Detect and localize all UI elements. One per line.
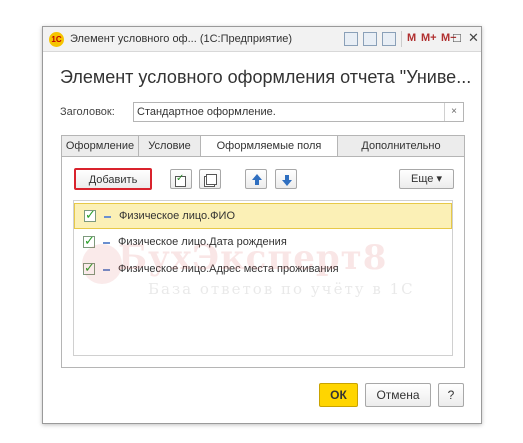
cancel-button[interactable]: Отмена: [365, 383, 431, 407]
calendar-icon[interactable]: [382, 32, 396, 46]
dialog-window: 1C Элемент условного оф... (1С:Предприят…: [42, 26, 482, 424]
arrow-down-icon: [282, 175, 292, 186]
move-up-button[interactable]: [245, 169, 267, 189]
watermark-tagline: База ответов по учёту в 1С: [148, 280, 415, 298]
tab-formatted-fields[interactable]: Оформляемые поля: [200, 135, 338, 158]
list-item[interactable]: Физическое лицо.ФИО: [74, 203, 452, 229]
tab-additional[interactable]: Дополнительно: [337, 135, 465, 157]
ok-button[interactable]: ОК: [319, 383, 358, 407]
close-icon[interactable]: ✕: [468, 30, 479, 46]
check-all-button[interactable]: ✓: [170, 169, 192, 189]
field-icon: [104, 216, 111, 218]
arrow-up-icon: [252, 174, 262, 185]
toolbar-separator: [401, 31, 402, 47]
memory-m-button[interactable]: M: [407, 32, 416, 44]
field-label: Физическое лицо.ФИО: [119, 210, 236, 222]
fields-list: Физическое лицо.ФИО Физическое лицо.Дата…: [73, 200, 453, 356]
add-button[interactable]: Добавить: [74, 168, 152, 190]
watermark-logo-icon: [82, 244, 122, 284]
watermark-name: БухЭксперт8: [118, 238, 388, 278]
copy-front-icon: [206, 174, 217, 185]
title-bar: 1C Элемент условного оф... (1С:Предприят…: [43, 27, 481, 52]
tab-appearance[interactable]: Оформление: [61, 135, 139, 157]
check-icon: ✓: [176, 173, 185, 184]
memory-plus-button[interactable]: M+: [421, 32, 437, 44]
tab-condition[interactable]: Условие: [138, 135, 201, 157]
table-icon[interactable]: [363, 32, 377, 46]
form-heading: Элемент условного оформления отчета "Уни…: [60, 67, 472, 87]
move-down-button[interactable]: [275, 169, 297, 189]
title-input[interactable]: Стандартное оформление. ×: [133, 102, 464, 122]
more-button[interactable]: Еще ▾: [399, 169, 454, 189]
document-icon[interactable]: [344, 32, 358, 46]
uncheck-all-button[interactable]: [199, 169, 221, 189]
app-logo-icon: 1C: [49, 32, 64, 47]
title-input-value: Стандартное оформление.: [137, 106, 276, 118]
title-label: Заголовок:: [60, 106, 115, 118]
clear-icon[interactable]: ×: [444, 103, 463, 121]
help-button[interactable]: ?: [438, 383, 464, 407]
field-checkbox[interactable]: [84, 207, 96, 223]
window-title: Элемент условного оф... (1С:Предприятие): [70, 33, 293, 45]
maximize-icon[interactable]: □: [453, 30, 461, 45]
